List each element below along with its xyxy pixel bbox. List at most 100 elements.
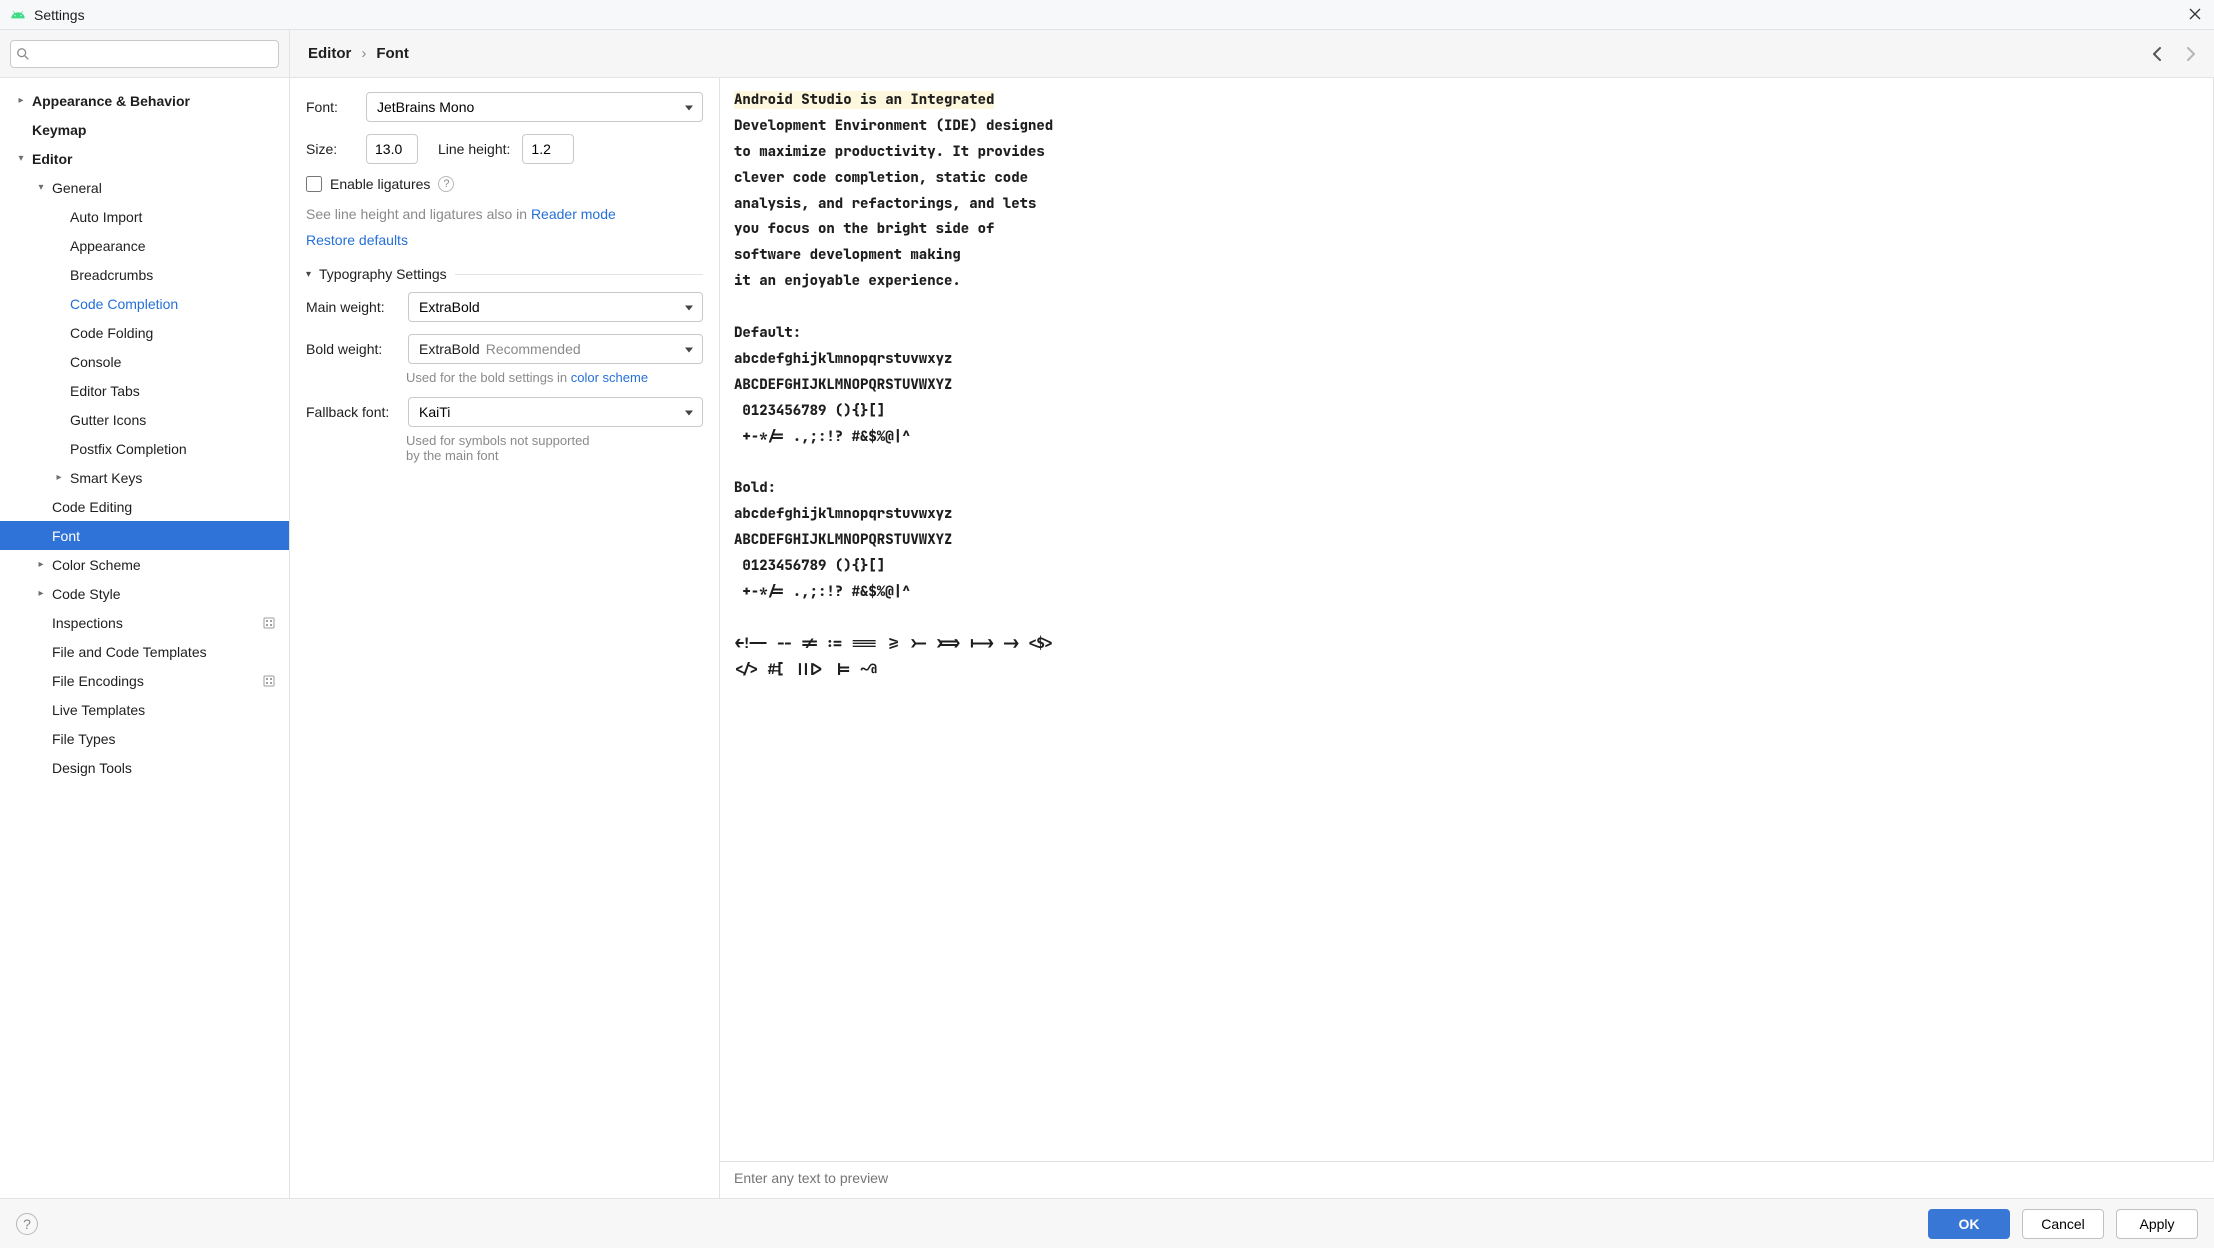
help-button[interactable]: ? bbox=[16, 1213, 38, 1235]
chevron-right-icon: ▸ bbox=[14, 95, 28, 106]
close-button[interactable] bbox=[2188, 7, 2204, 23]
preview-input[interactable] bbox=[734, 1170, 2200, 1186]
chevron-right-icon: ▸ bbox=[52, 472, 66, 483]
font-label: Font: bbox=[306, 99, 354, 115]
font-form: Font: JetBrains Mono Size: Line height: … bbox=[290, 78, 720, 1198]
body: ▸ Appearance & Behavior Keymap ▾ Editor ▾Gene… bbox=[0, 78, 2214, 1198]
bold-weight-select[interactable]: ExtraBold Recommended bbox=[408, 334, 703, 364]
tree-row[interactable]: Inspections bbox=[0, 608, 289, 637]
scope-icon bbox=[263, 617, 275, 629]
bold-weight-helper: Used for the bold settings in color sche… bbox=[406, 370, 703, 385]
tree-row[interactable]: ▸Color Scheme bbox=[0, 550, 289, 579]
tree-row[interactable]: Console bbox=[0, 347, 289, 376]
tree-row[interactable]: Font bbox=[0, 521, 289, 550]
cancel-button[interactable]: Cancel bbox=[2022, 1209, 2104, 1239]
tree-label: Postfix Completion bbox=[70, 441, 187, 457]
tree-row[interactable]: Design Tools bbox=[0, 753, 289, 782]
fallback-font-label: Fallback font: bbox=[306, 404, 396, 420]
settings-tree[interactable]: ▸ Appearance & Behavior Keymap ▾ Editor ▾Gene… bbox=[0, 78, 290, 1198]
tree-row[interactable]: File and Code Templates bbox=[0, 637, 289, 666]
main-pane: Font: JetBrains Mono Size: Line height: … bbox=[290, 78, 2214, 1198]
chevron-right-icon: ▸ bbox=[34, 559, 48, 570]
tree-label: File and Code Templates bbox=[52, 644, 207, 660]
bold-weight-label: Bold weight: bbox=[306, 341, 396, 357]
back-button[interactable] bbox=[2148, 44, 2168, 64]
tree-row[interactable]: File Encodings bbox=[0, 666, 289, 695]
tree-label: File Encodings bbox=[52, 673, 144, 689]
tree-label: Live Templates bbox=[52, 702, 145, 718]
tree-row[interactable]: ▸Smart Keys bbox=[0, 463, 289, 492]
footer: ? OK Cancel Apply bbox=[0, 1198, 2214, 1248]
tree-row[interactable]: Gutter Icons bbox=[0, 405, 289, 434]
chevron-down-icon: ▾ bbox=[306, 269, 311, 280]
tree-label: Editor Tabs bbox=[70, 383, 140, 399]
settings-window: Settings Editor › Font bbox=[0, 0, 2214, 1248]
lineheight-label: Line height: bbox=[438, 141, 510, 157]
typography-section-header[interactable]: ▾ Typography Settings bbox=[306, 266, 703, 282]
tree-row[interactable]: ▸ Appearance & Behavior bbox=[0, 86, 289, 115]
tree-label: Code Editing bbox=[52, 499, 132, 515]
fallback-font-select[interactable]: KaiTi bbox=[408, 397, 703, 427]
search-icon bbox=[16, 47, 30, 61]
tree-row[interactable]: ▾ Editor bbox=[0, 144, 289, 173]
tree-label: File Types bbox=[52, 731, 116, 747]
tree-label: Gutter Icons bbox=[70, 412, 146, 428]
title-bar: Settings bbox=[0, 0, 2214, 30]
typography-title: Typography Settings bbox=[319, 266, 447, 282]
preview-text: Android Studio is an Integrated Developm… bbox=[720, 78, 2213, 693]
tree-row[interactable]: ▾General bbox=[0, 173, 289, 202]
tree-row[interactable]: Code Folding bbox=[0, 318, 289, 347]
tree-row[interactable]: ▸ Code Style bbox=[0, 579, 289, 608]
preview-area[interactable]: Android Studio is an Integrated Developm… bbox=[720, 78, 2214, 1162]
tree-row[interactable]: Code Editing bbox=[0, 492, 289, 521]
tree-row[interactable]: Appearance bbox=[0, 231, 289, 260]
tree-label: Inspections bbox=[52, 615, 123, 631]
tree-row[interactable]: Auto Import bbox=[0, 202, 289, 231]
window-title: Settings bbox=[34, 7, 85, 23]
size-label: Size: bbox=[306, 141, 354, 157]
tree-label: Code Completion bbox=[70, 296, 178, 312]
main-weight-label: Main weight: bbox=[306, 299, 396, 315]
preview-pane: Android Studio is an Integrated Developm… bbox=[720, 78, 2214, 1198]
tree-label: Breadcrumbs bbox=[70, 267, 153, 283]
tree-row[interactable]: File Types bbox=[0, 724, 289, 753]
reader-mode-hint: See line height and ligatures also in Re… bbox=[306, 206, 703, 222]
chevron-right-icon: ▸ bbox=[34, 588, 48, 599]
tree-row[interactable]: Live Templates bbox=[0, 695, 289, 724]
ligatures-checkbox[interactable] bbox=[306, 176, 322, 192]
tree-label: Design Tools bbox=[52, 760, 132, 776]
tree-row[interactable]: Editor Tabs bbox=[0, 376, 289, 405]
tree-row[interactable]: Breadcrumbs bbox=[0, 260, 289, 289]
forward-button[interactable] bbox=[2180, 44, 2200, 64]
color-scheme-link[interactable]: color scheme bbox=[571, 370, 648, 385]
main-weight-select[interactable]: ExtraBold bbox=[408, 292, 703, 322]
tree-row[interactable]: Postfix Completion bbox=[0, 434, 289, 463]
search-box bbox=[10, 40, 279, 68]
fallback-helper: Used for symbols not supported by the ma… bbox=[406, 433, 703, 463]
breadcrumb: Editor › Font bbox=[290, 45, 409, 62]
tree-label: Appearance & Behavior bbox=[32, 93, 190, 109]
help-icon[interactable]: ? bbox=[438, 176, 454, 192]
search-input[interactable] bbox=[10, 40, 279, 68]
ok-button[interactable]: OK bbox=[1928, 1209, 2010, 1239]
breadcrumb-leaf: Font bbox=[376, 45, 408, 62]
tree-label: Code Folding bbox=[70, 325, 153, 341]
ligatures-label: Enable ligatures bbox=[330, 176, 430, 192]
font-select[interactable]: JetBrains Mono bbox=[366, 92, 703, 122]
tree-label: Appearance bbox=[70, 238, 146, 254]
lineheight-input[interactable] bbox=[522, 134, 574, 164]
scope-icon bbox=[263, 675, 275, 687]
restore-defaults-link[interactable]: Restore defaults bbox=[306, 232, 408, 248]
chevron-right-icon: › bbox=[361, 45, 366, 62]
tree-label: Code Style bbox=[52, 586, 120, 602]
tree-row[interactable]: Keymap bbox=[0, 115, 289, 144]
tree-label: Console bbox=[70, 354, 121, 370]
apply-button[interactable]: Apply bbox=[2116, 1209, 2198, 1239]
tree-row[interactable]: Code Completion bbox=[0, 289, 289, 318]
size-input[interactable] bbox=[366, 134, 418, 164]
tree-label: Editor bbox=[32, 151, 72, 167]
reader-mode-link[interactable]: Reader mode bbox=[531, 206, 616, 222]
tree-label: Auto Import bbox=[70, 209, 142, 225]
tree-label: Font bbox=[52, 528, 80, 544]
chevron-down-icon: ▾ bbox=[14, 153, 28, 164]
